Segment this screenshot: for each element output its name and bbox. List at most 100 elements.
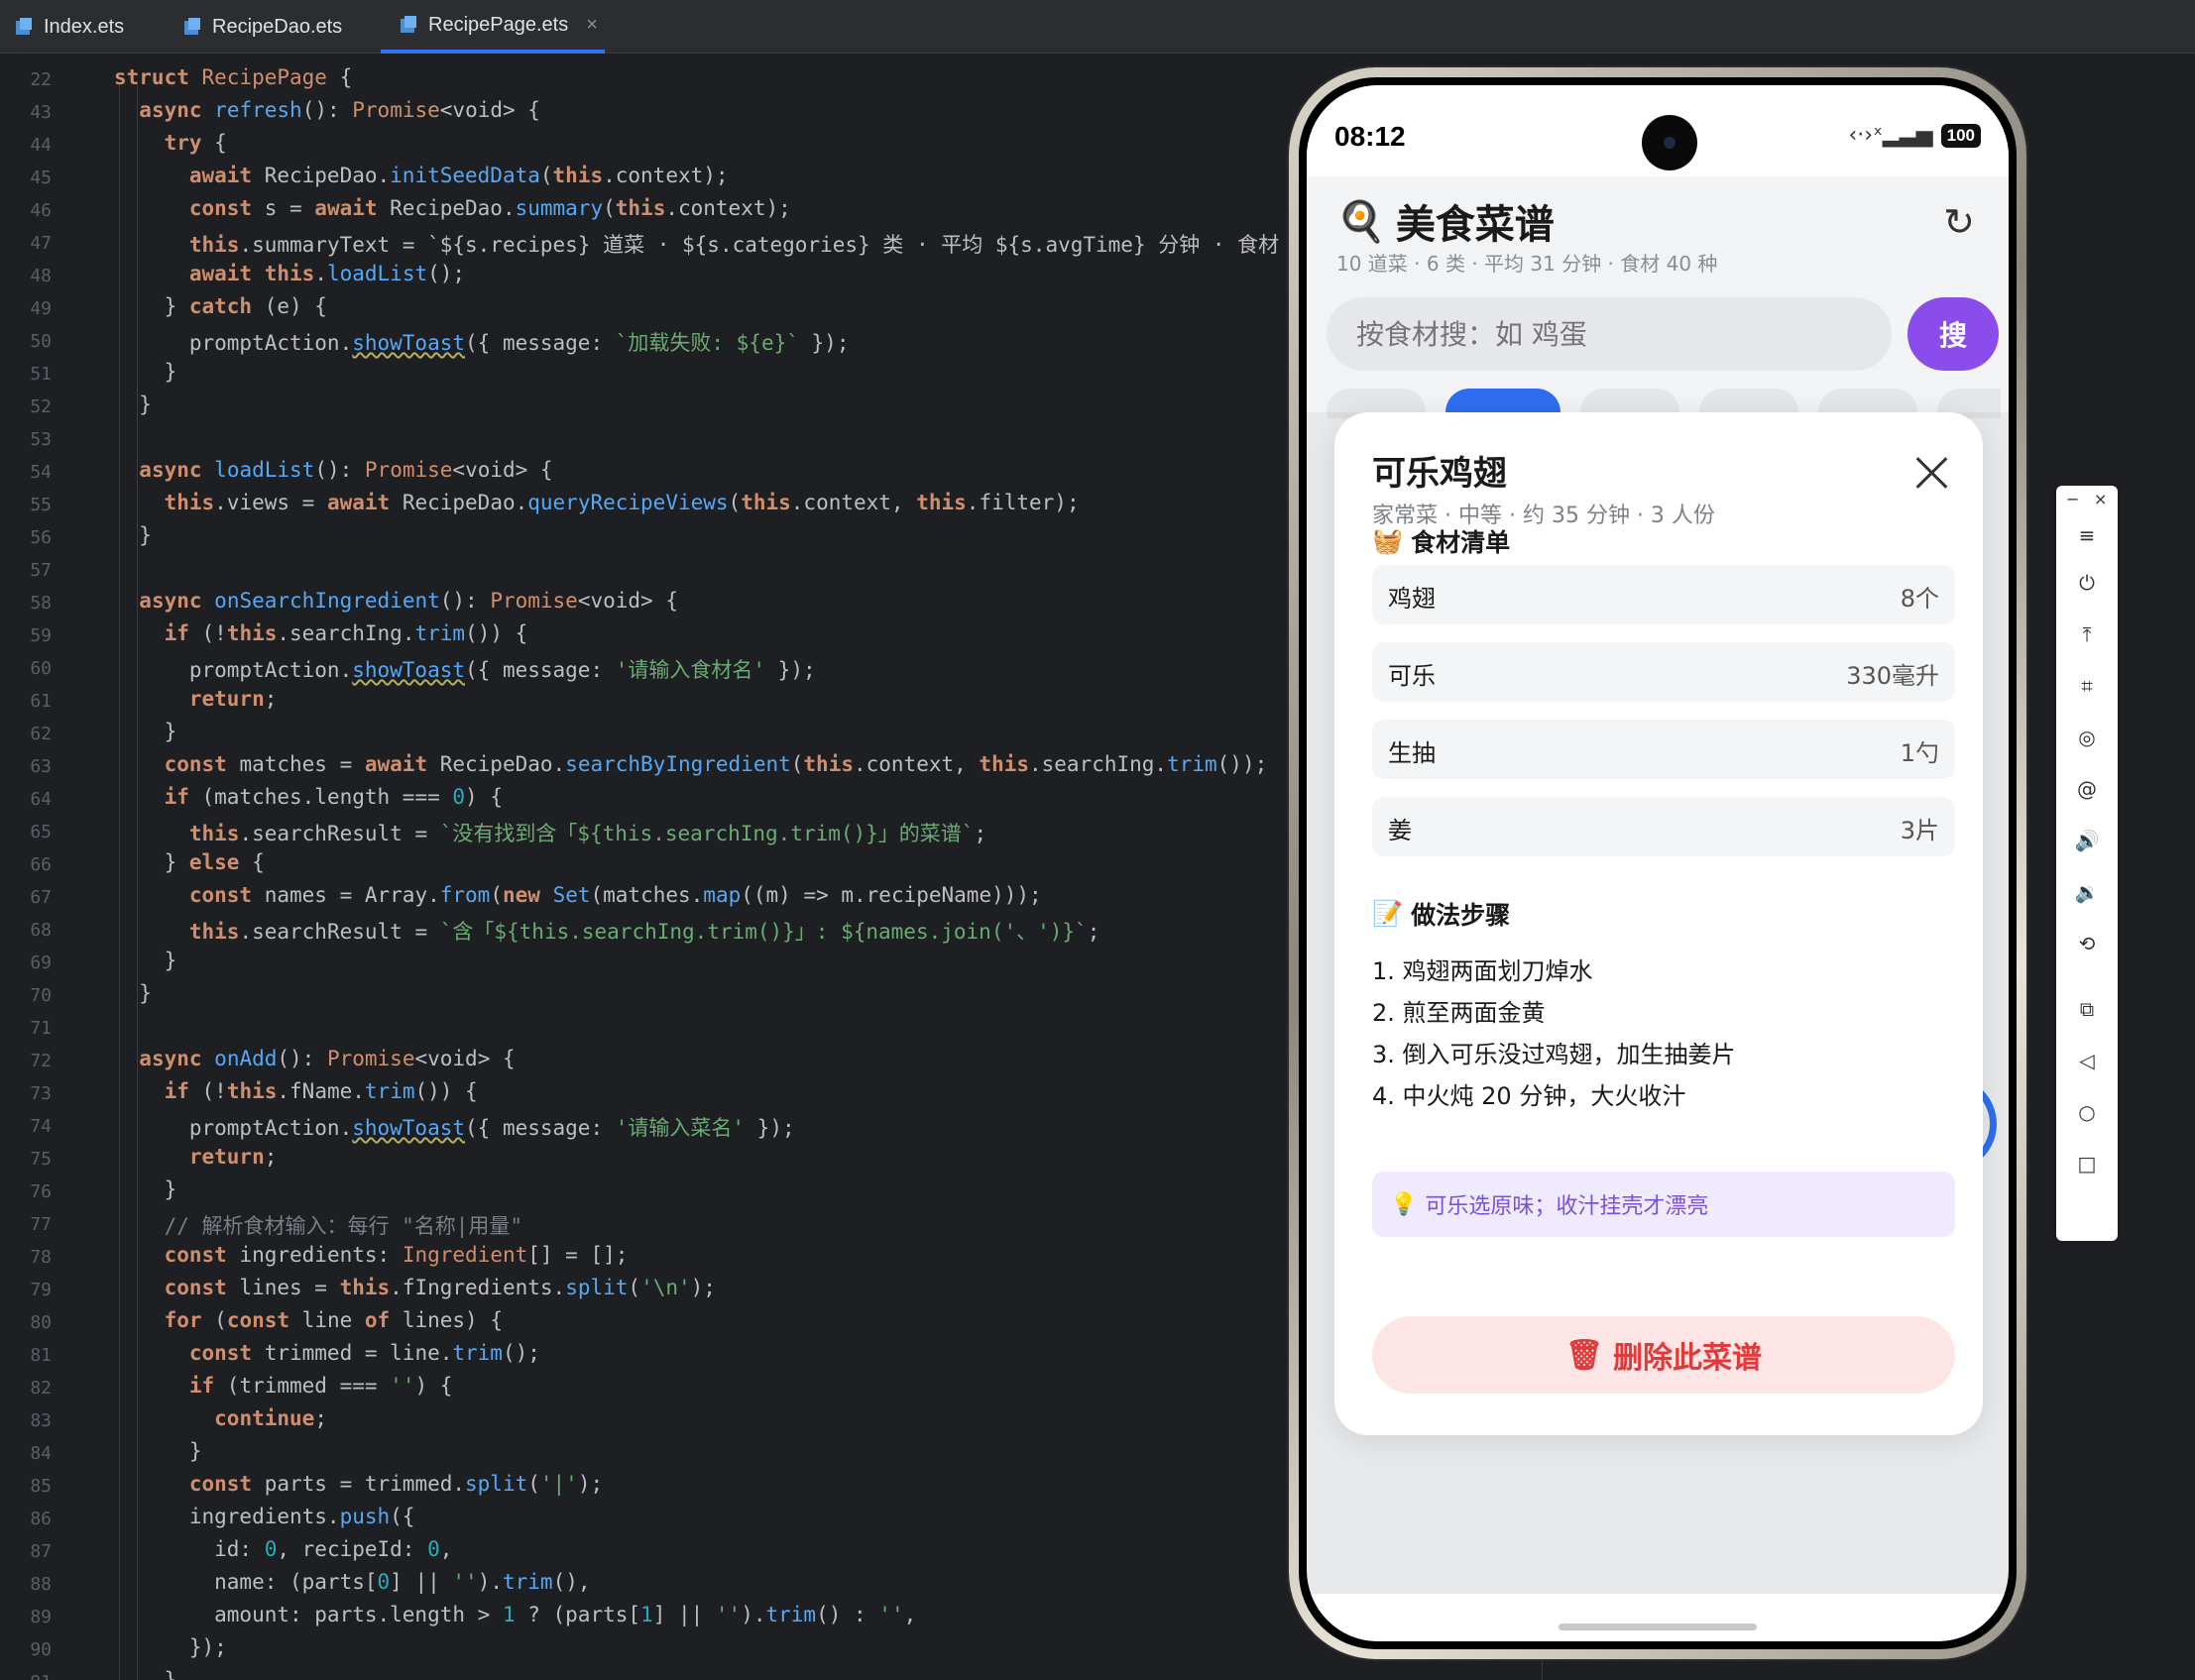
- back-icon[interactable]: ◁: [2056, 1041, 2118, 1080]
- volume-down-icon[interactable]: 🔉: [2056, 872, 2118, 912]
- line-number: 81: [30, 1345, 52, 1366]
- line-number: 45: [30, 168, 52, 188]
- status-icons: ‹·›ˣ▂▃▅ 100: [1849, 123, 1981, 148]
- delete-recipe-button[interactable]: 🗑 删除此菜谱: [1372, 1316, 1955, 1394]
- close-icon[interactable]: [1913, 454, 1949, 490]
- line-number: 78: [30, 1247, 52, 1268]
- menu-icon[interactable]: ≡: [2056, 515, 2118, 555]
- ingredient-amount: 330毫升: [1846, 662, 1939, 690]
- shake-icon[interactable]: ⟲: [2056, 924, 2118, 963]
- volume-up-icon[interactable]: 🔊: [2056, 821, 2118, 860]
- line-number: 87: [30, 1541, 52, 1562]
- delete-label: 删除此菜谱: [1613, 1341, 1763, 1376]
- home-icon[interactable]: ○: [2056, 1092, 2118, 1132]
- code-line: return;: [188, 1145, 278, 1169]
- close-icon[interactable]: ×: [2094, 490, 2107, 508]
- ingredient-amount: 3片: [1900, 817, 1939, 844]
- pin-top-icon[interactable]: ⤒: [2056, 615, 2118, 654]
- recents-icon[interactable]: □: [2056, 1144, 2118, 1183]
- line-number: 47: [30, 233, 52, 254]
- code-line: this.searchResult = `没有找到含「${this.search…: [188, 822, 987, 845]
- basket-icon: 🧺: [1372, 526, 1404, 555]
- tab-index-ets[interactable]: Index.ets: [14, 0, 124, 54]
- line-number: 57: [30, 560, 52, 581]
- line-number: 90: [30, 1639, 52, 1660]
- line-number: 86: [30, 1509, 52, 1529]
- code-line: promptAction.showToast({ message: '请输入菜名…: [114, 1116, 795, 1140]
- memo-icon: 📝: [1372, 899, 1404, 928]
- step-item: 3. 倒入可乐没过鸡翅，加生抽姜片: [1372, 1041, 1736, 1068]
- status-bar: 08:12 ‹·›ˣ▂▃▅ 100: [1307, 85, 2009, 176]
- line-number: 67: [30, 887, 52, 908]
- ingredients-title: 食材清单: [1411, 528, 1511, 557]
- line-number: 66: [30, 854, 52, 875]
- code-line: });: [114, 1635, 227, 1659]
- line-number: 79: [30, 1280, 52, 1300]
- line-number: 76: [30, 1181, 52, 1202]
- editor-tab-bar: Index.ets RecipeDao.ets RecipePage.ets ×: [0, 0, 2195, 54]
- steps-title: 做法步骤: [1411, 901, 1511, 930]
- app-title-text: 美食菜谱: [1395, 202, 1555, 248]
- line-number: 71: [30, 1018, 52, 1039]
- phone-bezel: 08:12 ‹·›ˣ▂▃▅ 100 🍳 美食菜谱 10 道菜 · 6 类 · 平…: [1299, 77, 2017, 1649]
- code-line: const ingredients: Ingredient[] = [];: [164, 1243, 629, 1267]
- code-line: async onSearchIngredient(): Promise<void…: [139, 589, 678, 613]
- crop-icon[interactable]: ⌗: [2056, 666, 2118, 706]
- line-number: 50: [30, 331, 52, 352]
- line-number: 49: [30, 298, 52, 319]
- trash-icon: 🗑: [1564, 1337, 1604, 1373]
- frying-pan-icon: 🍳: [1336, 198, 1386, 245]
- code-editor[interactable]: struct RecipePage { async refresh(): Pro…: [99, 56, 1289, 1680]
- line-number-gutter: 22 43 44 45 46 47 48 49 50 51 52 53 54 55 56 57 58 59 60 61…: [0, 56, 99, 1680]
- code-line: id: 0, recipeId: 0,: [114, 1537, 453, 1561]
- code-line: async loadList(): Promise<void> {: [139, 458, 553, 482]
- close-tab-icon[interactable]: ×: [586, 14, 598, 37]
- app-header: 🍳 美食菜谱 10 道菜 · 6 类 · 平均 31 分钟 · 食材 40 种 …: [1307, 176, 2009, 283]
- code-line: }: [114, 1177, 177, 1201]
- home-indicator[interactable]: [1559, 1624, 1757, 1630]
- code-line: async refresh(): Promise<void> {: [139, 98, 540, 122]
- code-line: const names = Array.from(new Set(matches…: [188, 883, 1042, 907]
- tab-recipepage-ets[interactable]: RecipePage.ets ×: [381, 0, 605, 54]
- minimize-icon[interactable]: −: [2066, 490, 2079, 508]
- power-icon[interactable]: ⏻: [2056, 563, 2118, 603]
- line-number: 85: [30, 1476, 52, 1497]
- code-line: const s = await RecipeDao.summary(this.c…: [188, 196, 791, 220]
- code-line: if (!this.searchIng.trim()) {: [164, 621, 528, 645]
- phone-screen[interactable]: 08:12 ‹·›ˣ▂▃▅ 100 🍳 美食菜谱 10 道菜 · 6 类 · 平…: [1307, 85, 2009, 1641]
- code-line: this.views = await RecipeDao.queryRecipe…: [164, 491, 1080, 514]
- code-line: } catch (e) {: [114, 294, 327, 318]
- code-line: return;: [188, 687, 278, 711]
- multi-device-icon[interactable]: ⧉: [2056, 989, 2118, 1029]
- code-line: async onAdd(): Promise<void> {: [139, 1047, 516, 1070]
- code-line: name: (parts[0] || '').trim(),: [114, 1570, 591, 1594]
- step-item: 2. 煎至两面金黄: [1372, 999, 1546, 1027]
- line-number: 63: [30, 756, 52, 777]
- code-line: this.searchResult = `含「${this.searchIng.…: [188, 920, 1100, 944]
- file-icon: [182, 17, 202, 37]
- code-line: const trimmed = line.trim();: [188, 1341, 540, 1365]
- search-button[interactable]: 搜: [1907, 297, 1999, 371]
- ingredient-amount: 1勺: [1900, 739, 1939, 767]
- refresh-icon[interactable]: ↻: [1943, 200, 1975, 244]
- line-number: 72: [30, 1051, 52, 1071]
- location-icon[interactable]: @: [2056, 769, 2118, 809]
- ingredient-search-input[interactable]: [1327, 297, 1892, 371]
- line-number: 69: [30, 952, 52, 973]
- ingredient-row: 生抽 1勺: [1372, 720, 1955, 779]
- line-number: 51: [30, 364, 52, 385]
- step-item: 1. 鸡翅两面划刀焯水: [1372, 957, 1593, 985]
- code-line: struct RecipePage {: [114, 65, 353, 89]
- line-number: 89: [30, 1607, 52, 1627]
- code-line: const lines = this.fIngredients.split('\…: [164, 1276, 716, 1299]
- ingredient-name: 姜: [1388, 817, 1412, 844]
- dish-name: 可乐鸡翅: [1372, 454, 1507, 494]
- code-line: amount: parts.length > 1 ? (parts[1] || …: [114, 1603, 917, 1626]
- tab-recipedao-ets[interactable]: RecipeDao.ets: [182, 0, 342, 54]
- rotate-icon[interactable]: ◎: [2056, 718, 2118, 757]
- cooking-tip: 💡 可乐选原味；收汁挂壳才漂亮: [1372, 1172, 1955, 1237]
- ingredient-row: 姜 3片: [1372, 797, 1955, 856]
- emulator-toolbar: − × ≡ ⏻ ⤒ ⌗ ◎ @ 🔊 🔉 ⟲ ⧉ ◁ ○ □: [2056, 486, 2118, 1241]
- line-number: 83: [30, 1410, 52, 1431]
- ingredient-name: 鸡翅: [1388, 585, 1436, 613]
